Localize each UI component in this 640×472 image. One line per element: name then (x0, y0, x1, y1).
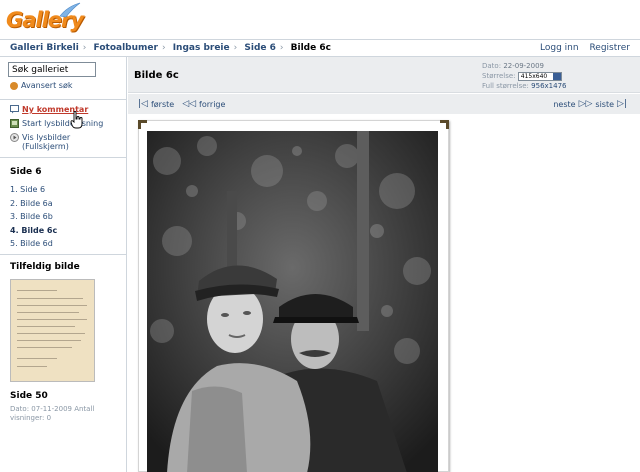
fullsize-label: Full størrelse: (482, 82, 529, 90)
breadcrumb-item[interactable]: Galleri Birkeli (10, 43, 79, 53)
nav-left: |◁ første ◁◁ forrige (138, 99, 225, 109)
main-photo[interactable] (147, 131, 438, 472)
gallery-logo[interactable]: Gallery (4, 2, 84, 36)
breadcrumb-item[interactable]: Fotoalbumer (94, 43, 158, 53)
sidebar-divider (0, 157, 127, 158)
action-list: Ny kommentar Start lysbildevisning Vis l… (10, 105, 103, 156)
random-image-meta: Dato: 07-11-2009 Antall visninger: 0 (10, 405, 95, 422)
size-select-value: 415x640 (520, 72, 548, 80)
album-title: Side 6 (10, 167, 42, 177)
random-image-title: Tilfeldig bilde (10, 262, 80, 272)
photo-nav: |◁ første ◁◁ forrige neste ▷▷ siste ▷| (128, 94, 640, 114)
breadcrumb-bar: Galleri Birkeli › Fotoalbumer › Ingas brei… (0, 39, 640, 57)
first-icon: |◁ (138, 99, 148, 109)
photo-title: Bilde 6c (134, 70, 179, 81)
sidebar-divider (0, 254, 127, 255)
album-item[interactable]: 2. Bilde 6a (10, 199, 57, 213)
auth-links: Logg inn Registrer (532, 43, 630, 53)
chevron-down-icon (552, 72, 561, 80)
next-link[interactable]: neste (553, 100, 575, 109)
breadcrumb: Galleri Birkeli › Fotoalbumer › Ingas brei… (10, 43, 331, 53)
sidebar-divider (0, 99, 127, 100)
logo-swoosh-icon (59, 2, 81, 18)
comment-icon (10, 105, 19, 114)
fullscreen-slideshow-label: Vis lysbilder (Fullskjerm) (22, 133, 71, 151)
random-image-caption[interactable]: Side 50 (10, 391, 48, 401)
frame-corner-icon (138, 120, 147, 129)
breadcrumb-item[interactable]: Side 6 (244, 43, 276, 53)
photo-header: Bilde 6c Dato: 22-09-2009 Størrelse: 415… (128, 57, 640, 93)
hand-cursor-icon (70, 111, 83, 129)
breadcrumb-item[interactable]: Ingas breie (173, 43, 230, 53)
fullscreen-slideshow-link[interactable]: Vis lysbilder (Fullskjerm) (10, 133, 103, 151)
play-icon (10, 133, 19, 142)
album-item[interactable]: 5. Bilde 6d (10, 239, 57, 253)
last-link[interactable]: siste (595, 100, 614, 109)
search-input[interactable] (8, 62, 96, 77)
login-link[interactable]: Logg inn (540, 43, 579, 53)
photo-info: Dato: 22-09-2009 Størrelse: 415x640 Full… (482, 61, 566, 91)
first-link[interactable]: første (151, 100, 174, 109)
start-slideshow-link[interactable]: Start lysbildevisning (10, 119, 103, 128)
album-item[interactable]: 1. Side 6 (10, 185, 57, 199)
next-icon: ▷▷ (578, 99, 593, 109)
advanced-search-label: Avansert søk (21, 81, 73, 90)
random-image-thumbnail[interactable] (10, 279, 95, 382)
advanced-search-link[interactable]: Avansert søk (10, 81, 72, 90)
photo-frame (138, 120, 449, 472)
prev-icon: ◁◁ (182, 99, 197, 109)
sidebar: Avansert søk Ny kommentar Start lysbilde… (0, 57, 127, 472)
date-label: Dato: (482, 62, 502, 70)
nav-right: neste ▷▷ siste ▷| (553, 99, 630, 109)
album-item-current: 4. Bilde 6c (10, 225, 58, 235)
prev-link[interactable]: forrige (199, 100, 225, 109)
fullsize-link[interactable]: 956x1476 (531, 82, 566, 90)
breadcrumb-current: Bilde 6c (290, 43, 331, 53)
new-comment-link[interactable]: Ny kommentar (10, 105, 103, 114)
advanced-search-icon (10, 81, 18, 90)
date-value: 22-09-2009 (503, 62, 544, 70)
register-link[interactable]: Registrer (589, 43, 630, 53)
frame-corner-icon (440, 120, 449, 129)
size-select[interactable]: 415x640 (517, 71, 562, 81)
album-list: 1. Side 6 2. Bilde 6a 3. Bilde 6b 4. Bil… (10, 185, 57, 253)
album-item[interactable]: 3. Bilde 6b (10, 212, 57, 226)
size-label: Størrelse: (482, 72, 516, 80)
start-slideshow-label: Start lysbildevisning (22, 119, 104, 128)
last-icon: ▷| (617, 99, 627, 109)
slideshow-icon (10, 119, 19, 128)
